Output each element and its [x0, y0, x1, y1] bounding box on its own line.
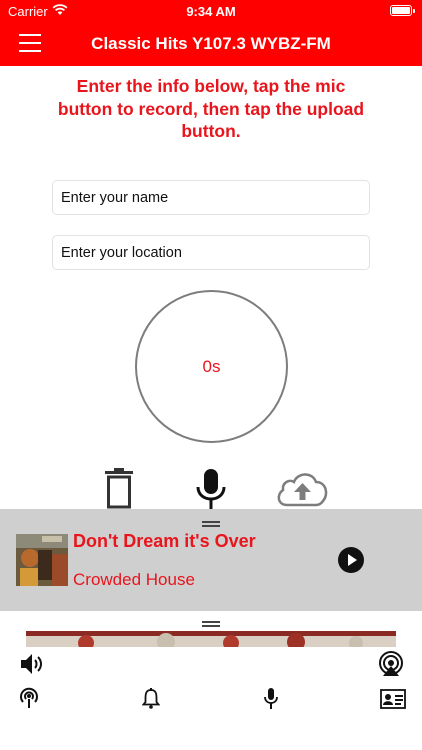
contact-card-icon[interactable]: [380, 689, 406, 709]
name-input[interactable]: [52, 180, 370, 215]
album-art: [16, 534, 68, 586]
recording-timer-circle: 0s: [135, 290, 288, 443]
microphone-tab-icon[interactable]: [263, 688, 279, 710]
location-input[interactable]: [52, 235, 370, 270]
lower-panel: [0, 611, 422, 750]
nav-bar: Classic Hits Y107.3 WYBZ-FM: [0, 22, 422, 66]
podcast-icon[interactable]: [18, 687, 40, 709]
drag-handle-lower[interactable]: [202, 621, 220, 627]
trash-icon[interactable]: [104, 468, 134, 509]
battery-icon: [390, 5, 415, 16]
clock: 9:34 AM: [186, 4, 236, 19]
app-screen: Carrier 9:34 AM Classic Hits Y107.3 WYBZ…: [0, 0, 422, 750]
microphone-icon[interactable]: [195, 469, 227, 510]
song-title: Don't Dream it's Over: [73, 531, 256, 551]
banner-image: [26, 631, 396, 647]
status-bar: Carrier 9:34 AM: [0, 0, 422, 22]
play-button[interactable]: [338, 547, 364, 573]
airplay-icon[interactable]: [378, 651, 404, 677]
elapsed-time: 0s: [202, 357, 221, 376]
station-title: Classic Hits Y107.3 WYBZ-FM: [91, 34, 331, 53]
hamburger-menu-icon[interactable]: [19, 32, 41, 54]
song-artist: Crowded House: [73, 570, 195, 589]
volume-icon[interactable]: [20, 653, 44, 675]
instructions-text: Enter the info below, tap the mic button…: [57, 76, 365, 141]
drag-handle[interactable]: [202, 521, 220, 527]
bell-icon[interactable]: [142, 688, 160, 709]
cloud-upload-icon[interactable]: [276, 471, 329, 507]
now-playing-panel[interactable]: Don't Dream it's Over Crowded House: [0, 509, 422, 611]
